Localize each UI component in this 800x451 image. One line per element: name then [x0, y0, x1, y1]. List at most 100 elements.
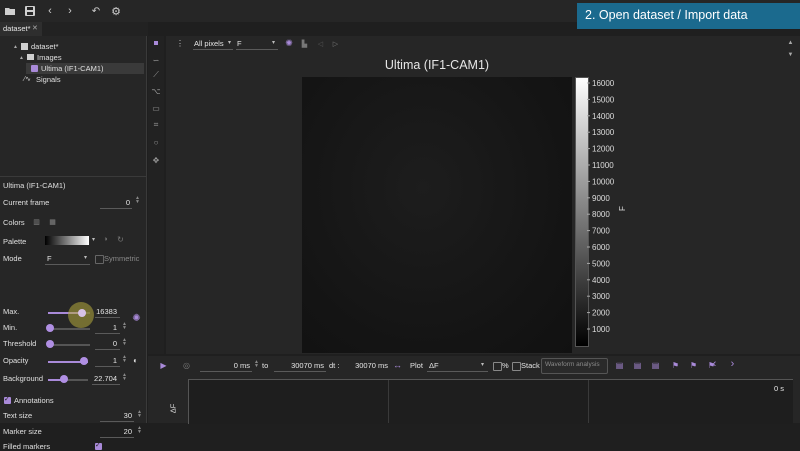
- plot-select[interactable]: ΔF: [429, 361, 439, 370]
- plot-gridline: [388, 380, 389, 423]
- pixels-select[interactable]: All pixels: [194, 39, 224, 48]
- end-time[interactable]: 30070 ms: [274, 361, 324, 370]
- chevron-down-icon[interactable]: ▾: [84, 254, 87, 261]
- play-icon[interactable]: ▶: [159, 361, 168, 370]
- reset-icon[interactable]: ↻: [116, 235, 125, 244]
- chevron-right-icon[interactable]: ›: [728, 358, 737, 370]
- min-slider-knob[interactable]: [46, 324, 54, 332]
- polyline-tool-icon[interactable]: ⌥: [151, 86, 161, 96]
- threshold-spinner[interactable]: ▲ ▼: [122, 338, 127, 347]
- threshold-slider-track[interactable]: [48, 344, 90, 346]
- undo-icon[interactable]: ↶: [90, 5, 102, 17]
- grid-icon[interactable]: ▦: [48, 217, 57, 226]
- crop-tool-icon[interactable]: ⌗: [151, 120, 161, 130]
- bar-chart-icon[interactable]: ▥: [32, 217, 41, 226]
- percent-checkbox[interactable]: [493, 362, 502, 371]
- tree-dataset[interactable]: dataset*: [31, 42, 59, 51]
- threshold-value[interactable]: 0: [95, 339, 117, 348]
- opacity-spinner[interactable]: ▲ ▼: [122, 355, 127, 364]
- start-time[interactable]: 0 ms: [200, 361, 250, 370]
- collapse-panel-icon[interactable]: ▼: [786, 50, 795, 59]
- tab-label: dataset*: [3, 24, 31, 33]
- ellipse-tool-icon[interactable]: ○: [151, 137, 161, 147]
- viewer-menu-icon[interactable]: ⋮: [176, 39, 184, 48]
- start-spinner[interactable]: ▲ ▼: [254, 360, 259, 369]
- prev-frame-icon[interactable]: ◁: [316, 39, 325, 48]
- save-icon[interactable]: [24, 5, 36, 17]
- lasso-tool-icon[interactable]: ∽: [151, 55, 161, 65]
- close-panel-icon[interactable]: ▲: [786, 38, 795, 47]
- chevron-down-icon[interactable]: ▾: [481, 361, 484, 368]
- colorbar-tick-label: 10000: [592, 177, 615, 186]
- select-tool-icon[interactable]: [154, 41, 158, 45]
- close-icon[interactable]: ✕: [32, 24, 38, 32]
- opacity-value[interactable]: 1: [95, 356, 117, 365]
- forward-icon[interactable]: ›: [64, 5, 76, 17]
- back-icon[interactable]: ‹: [44, 5, 56, 17]
- plot-area[interactable]: [188, 379, 793, 424]
- mode-label: Mode: [3, 254, 22, 263]
- min-spinner[interactable]: ▲ ▼: [122, 322, 127, 331]
- link-arrows-icon[interactable]: ↔: [392, 360, 403, 370]
- tree-images[interactable]: Images: [37, 53, 62, 62]
- import-file-icon[interactable]: ▤: [633, 360, 642, 370]
- invert-icon[interactable]: ◑: [101, 235, 110, 244]
- background-slider-knob[interactable]: [60, 375, 68, 383]
- tab-dataset[interactable]: dataset* ✕: [0, 22, 42, 37]
- bookmark-icon[interactable]: ⚑: [671, 360, 680, 370]
- chevron-down-icon[interactable]: ▾: [228, 39, 231, 46]
- main-toolbar: ‹ › ↶ ⚙ 2. Open dataset / Import data: [0, 0, 800, 29]
- colorbar-tick-label: 12000: [592, 145, 615, 154]
- settings-icon[interactable]: ⚙: [110, 5, 122, 18]
- export-file-icon[interactable]: ▤: [615, 360, 624, 370]
- line-tool-icon[interactable]: ⟋: [151, 70, 161, 80]
- image-canvas[interactable]: [302, 77, 572, 353]
- start-time-underline: [200, 371, 252, 372]
- text-size-spinner[interactable]: ▲ ▼: [137, 410, 142, 419]
- current-frame-value[interactable]: 0: [100, 198, 130, 207]
- marker-size-value[interactable]: 20: [100, 427, 132, 436]
- background-value[interactable]: 22.704: [90, 374, 117, 383]
- symmetric-checkbox[interactable]: [95, 255, 104, 264]
- settings-gear-icon[interactable]: ✺: [284, 38, 294, 48]
- signal-select[interactable]: F: [237, 39, 242, 48]
- tree-image-item[interactable]: Ultima (IF1-CAM1): [41, 64, 104, 73]
- time-readout: 0 s: [774, 384, 785, 393]
- max-slider-knob[interactable]: [78, 309, 86, 317]
- rectangle-tool-icon[interactable]: ▭: [151, 103, 161, 113]
- pin-icon[interactable]: ▙: [300, 39, 309, 48]
- current-frame-spinner[interactable]: ▲ ▼: [135, 196, 140, 205]
- background-underline: [92, 384, 120, 385]
- chevron-down-icon[interactable]: ▾: [92, 236, 95, 243]
- min-slider-track[interactable]: [48, 328, 90, 330]
- marker-size-spinner[interactable]: ▲ ▼: [137, 426, 142, 435]
- background-spinner[interactable]: ▲ ▼: [122, 373, 127, 382]
- max-label: Max.: [3, 307, 20, 316]
- tree-expand-icon[interactable]: ▲: [13, 44, 18, 50]
- move-tool-icon[interactable]: ✥: [151, 155, 161, 165]
- stack-checkbox[interactable]: [512, 362, 521, 371]
- image-item-icon: [31, 65, 38, 72]
- palette-swatch[interactable]: [45, 236, 89, 245]
- opacity-slider-knob[interactable]: [80, 357, 88, 365]
- save-file-icon[interactable]: ▤: [651, 360, 660, 370]
- reset-time-icon[interactable]: ◎: [182, 361, 191, 370]
- bookmark-add-icon[interactable]: ⚑: [689, 360, 698, 370]
- tree-expand-icon[interactable]: ▲: [19, 55, 24, 61]
- auto-range-icon[interactable]: ✺: [131, 313, 142, 324]
- max-value[interactable]: 16383: [95, 307, 117, 316]
- threshold-label: Threshold: [3, 339, 37, 348]
- folder-open-icon[interactable]: [4, 5, 16, 17]
- threshold-slider-knob[interactable]: [46, 340, 54, 348]
- text-size-value[interactable]: 30: [100, 411, 132, 420]
- plot-select-underline: [427, 371, 488, 372]
- tab-bar: dataset* ✕: [0, 22, 148, 37]
- min-value[interactable]: 1: [95, 323, 117, 332]
- contrast-icon[interactable]: ◐: [131, 356, 140, 365]
- chevron-left-icon[interactable]: ‹: [710, 358, 719, 370]
- waveform-analysis-label: Waveform analysis: [545, 361, 600, 368]
- chevron-down-icon[interactable]: ▾: [272, 39, 275, 46]
- mode-select[interactable]: F: [47, 254, 52, 263]
- next-frame-icon[interactable]: ▷: [331, 39, 340, 48]
- tree-signals[interactable]: Signals: [36, 75, 61, 84]
